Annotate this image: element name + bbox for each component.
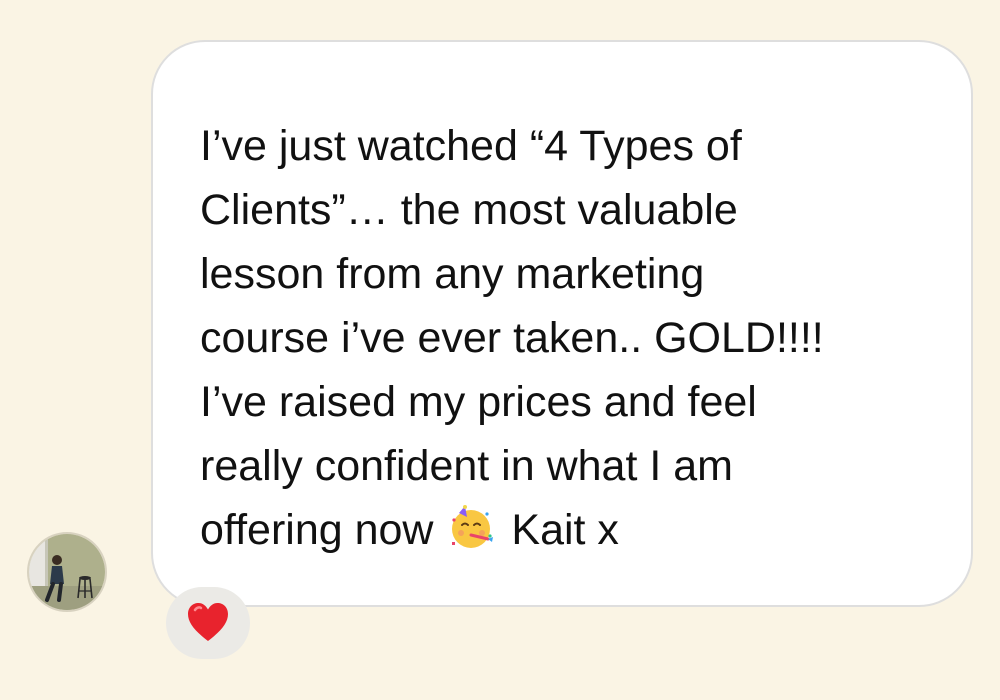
message-text: I’ve just watched “4 Types of Clients”… … [200,114,940,562]
message-signoff: Kait x [499,506,619,554]
partying-face-icon [452,505,494,548]
message-text-main: I’ve just watched “4 Types of Clients”… … [200,122,824,554]
profile-photo-icon [29,534,105,610]
red-heart-icon [188,603,228,641]
heart-reaction[interactable] [166,587,250,659]
sender-avatar[interactable] [27,532,107,612]
message-bubble[interactable]: I’ve just watched “4 Types of Clients”… … [151,40,973,607]
